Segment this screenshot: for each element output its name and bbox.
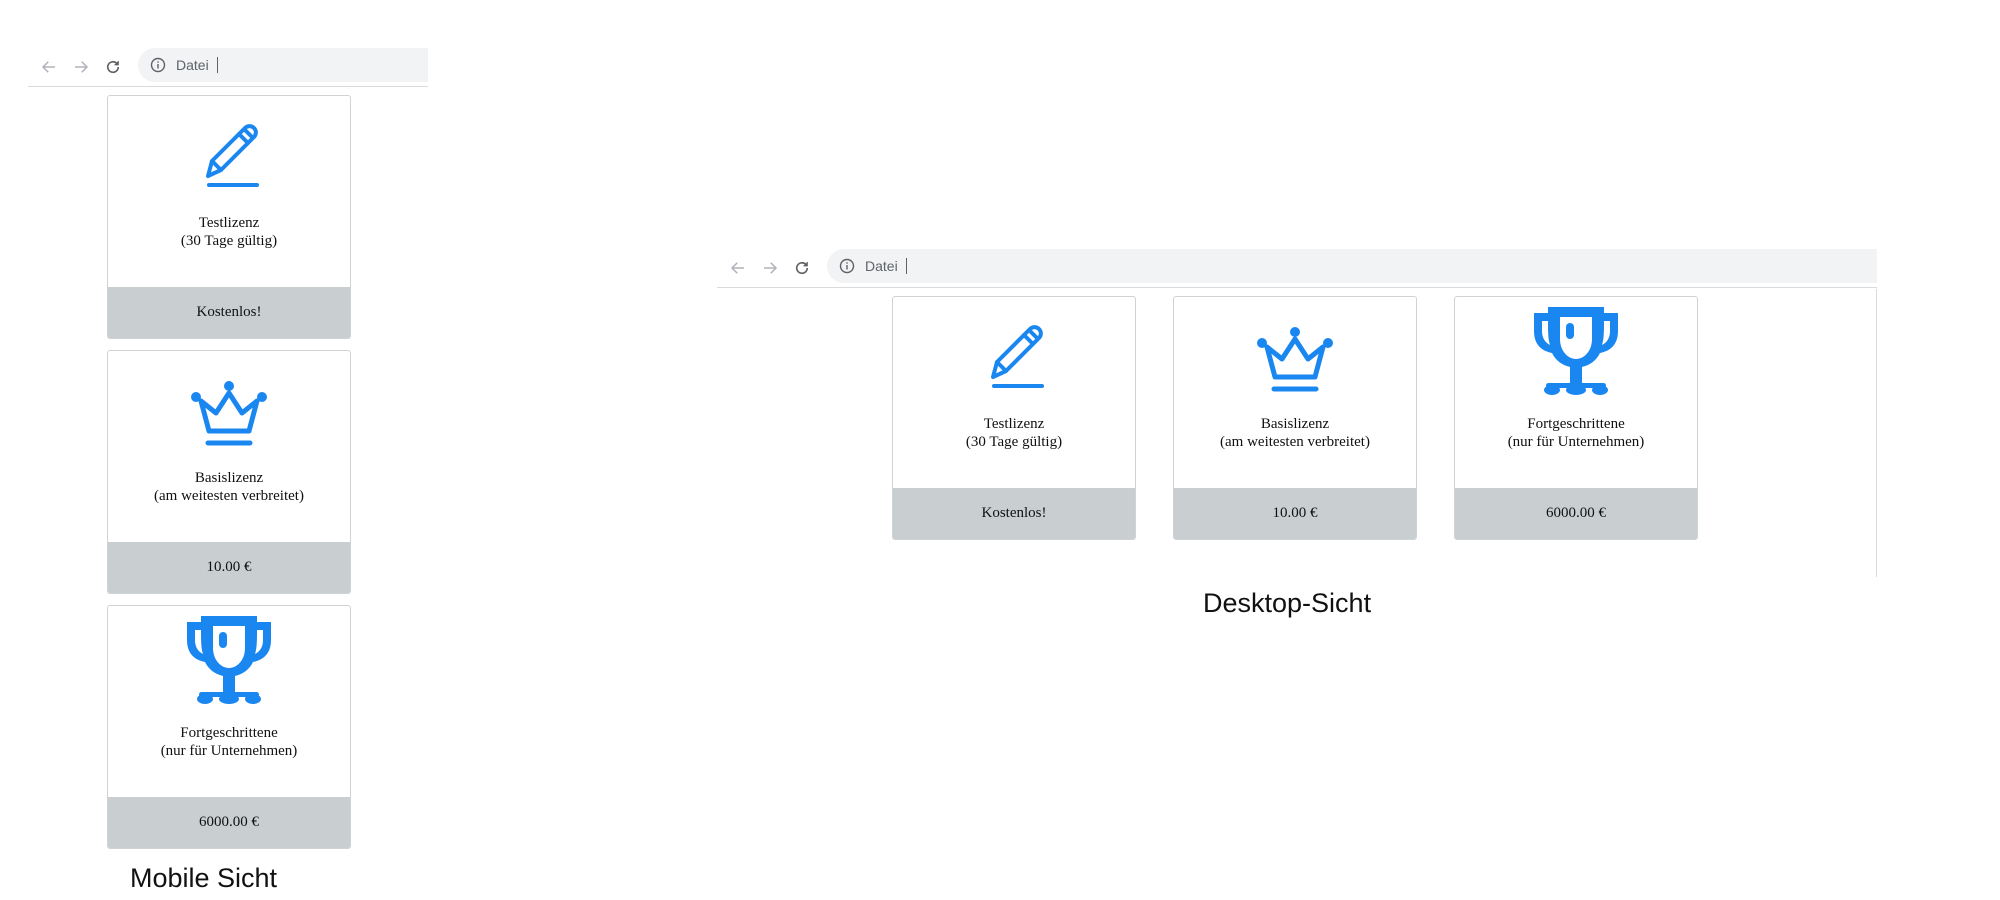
arrow-left-icon [730, 262, 744, 274]
license-name: Basislizenz [194, 470, 264, 486]
url-text: Datei [865, 258, 898, 274]
license-price[interactable]: 10.00 € [1174, 488, 1416, 539]
arrow-right-icon [75, 61, 89, 73]
pencil-icon [893, 309, 1135, 405]
text-cursor [905, 258, 907, 274]
address-bar[interactable]: Datei [138, 48, 428, 82]
text-cursor [216, 57, 218, 73]
license-subtitle: (nur für Unternehmen) [1507, 434, 1645, 450]
license-subtitle: (nur für Unternehmen) [160, 743, 298, 759]
reload-button[interactable] [789, 255, 815, 281]
info-circle-icon[interactable] [839, 258, 855, 274]
mobile-browser-toolbar: Datei [28, 47, 428, 87]
reload-icon [106, 60, 120, 74]
info-circle-icon[interactable] [150, 57, 166, 73]
arrow-left-icon [41, 61, 55, 73]
license-card-basic[interactable]: Basislizenz (am weitesten verbreitet) 10… [1173, 296, 1417, 540]
trophy-icon [1455, 301, 1697, 397]
license-title: Basislizenz (am weitesten verbreitet) [1174, 415, 1416, 451]
forward-button[interactable] [757, 255, 783, 281]
back-button[interactable] [36, 54, 62, 80]
license-subtitle: (30 Tage gültig) [180, 233, 278, 249]
license-card-basic[interactable]: Basislizenz (am weitesten verbreitet) 10… [107, 350, 351, 594]
license-subtitle: (am weitesten verbreitet) [154, 488, 304, 504]
license-name: Fortgeschrittene [1527, 416, 1625, 432]
license-title: Testlizenz (30 Tage gültig) [108, 214, 350, 250]
url-text: Datei [176, 57, 209, 73]
desktop-window-border [1876, 289, 1877, 577]
license-price[interactable]: Kostenlos! [108, 287, 350, 338]
desktop-view-caption: Desktop-Sicht [1203, 588, 1372, 618]
desktop-browser-toolbar: Datei [717, 248, 1877, 288]
license-subtitle: (am weitesten verbreitet) [1220, 434, 1370, 450]
back-button[interactable] [725, 255, 751, 281]
license-title: Fortgeschrittene (nur für Unternehmen) [1455, 415, 1697, 451]
license-card-test[interactable]: Testlizenz (30 Tage gültig) Kostenlos! [892, 296, 1136, 540]
reload-button[interactable] [100, 54, 126, 80]
license-card-advanced[interactable]: Fortgeschrittene (nur für Unternehmen) 6… [107, 605, 351, 849]
license-title: Basislizenz (am weitesten verbreitet) [108, 469, 350, 505]
license-price[interactable]: 6000.00 € [108, 797, 350, 848]
license-price[interactable]: 10.00 € [108, 542, 350, 593]
address-bar[interactable]: Datei [827, 249, 1877, 283]
license-price[interactable]: 6000.00 € [1455, 488, 1697, 539]
screenshot-stage: Datei Testlizenz (30 Tage gültig) Kosten… [0, 0, 2000, 900]
license-name: Testlizenz [983, 416, 1045, 432]
license-name: Basislizenz [1260, 416, 1330, 432]
reload-icon [795, 261, 809, 275]
arrow-right-icon [764, 262, 778, 274]
license-title: Fortgeschrittene (nur für Unternehmen) [108, 724, 350, 760]
license-name: Fortgeschrittene [180, 725, 278, 741]
license-card-advanced[interactable]: Fortgeschrittene (nur für Unternehmen) 6… [1454, 296, 1698, 540]
license-subtitle: (30 Tage gültig) [965, 434, 1063, 450]
license-card-test[interactable]: Testlizenz (30 Tage gültig) Kostenlos! [107, 95, 351, 339]
license-title: Testlizenz (30 Tage gültig) [893, 415, 1135, 451]
pencil-icon [108, 108, 350, 204]
crown-icon [1174, 309, 1416, 405]
crown-icon [108, 363, 350, 459]
forward-button[interactable] [68, 54, 94, 80]
license-name: Testlizenz [198, 215, 260, 231]
mobile-view-caption: Mobile Sicht [130, 863, 278, 893]
license-price[interactable]: Kostenlos! [893, 488, 1135, 539]
trophy-icon [108, 610, 350, 706]
